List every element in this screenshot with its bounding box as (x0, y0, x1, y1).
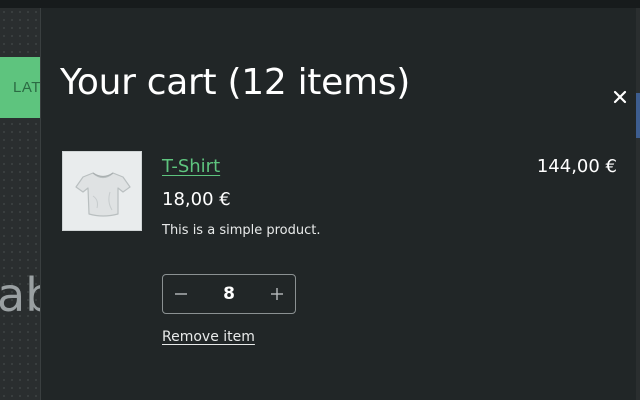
top-bar (0, 0, 640, 8)
backdrop-banner: LAT (0, 57, 40, 118)
unit-price: 18,00 € (162, 189, 231, 210)
remove-item-link[interactable]: Remove item (162, 329, 255, 345)
minus-icon (175, 293, 187, 295)
decrease-quantity-button[interactable] (163, 275, 199, 313)
backdrop-accent-strip (636, 93, 640, 138)
product-image[interactable] (62, 151, 142, 231)
page-backdrop: LAT ab (0, 8, 40, 400)
backdrop-banner-label: LAT (13, 79, 40, 96)
tshirt-image (75, 172, 131, 217)
quantity-value[interactable]: 8 (199, 284, 259, 304)
product-name-link[interactable]: T-Shirt (162, 156, 220, 177)
plus-icon (271, 288, 283, 300)
line-total: 144,00 € (536, 156, 617, 177)
increase-quantity-button[interactable] (259, 275, 295, 313)
close-icon[interactable] (611, 88, 629, 106)
backdrop-heading: ab (0, 268, 40, 322)
cart-title: Your cart (12 items) (60, 62, 410, 103)
page-right-edge (636, 8, 640, 400)
product-description: This is a simple product. (162, 223, 321, 238)
quantity-stepper: 8 (162, 274, 296, 314)
cart-drawer: Your cart (12 items) T-Shirt 18,00 € Thi… (40, 8, 636, 400)
